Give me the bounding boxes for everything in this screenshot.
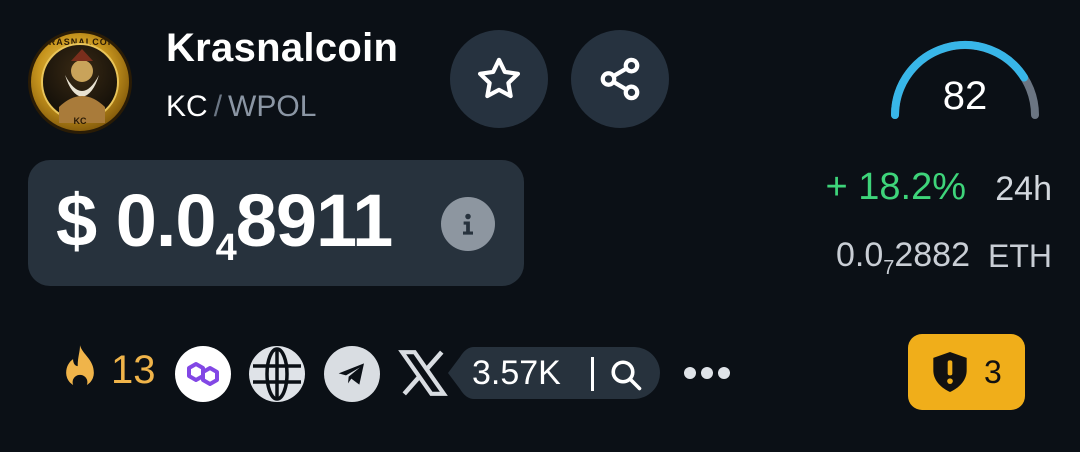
polygon-chain-button[interactable]: [175, 346, 231, 402]
globe-icon: [251, 347, 303, 401]
x-icon[interactable]: [398, 350, 448, 396]
search-icon[interactable]: [608, 357, 644, 393]
more-icon[interactable]: [682, 362, 732, 384]
logo-figure: [41, 43, 119, 123]
info-icon: [463, 213, 473, 235]
eth-price: 0.072882: [835, 236, 970, 279]
quote-symbol[interactable]: WPOL: [228, 90, 316, 123]
price-zero-count: 4: [215, 227, 237, 269]
trading-pair: KC / WPOL: [166, 90, 316, 124]
price-digits: 8911: [235, 179, 394, 262]
eth-price-digits: 2882: [894, 236, 970, 274]
change-period[interactable]: 24h: [995, 170, 1052, 209]
price-prefix: $ 0.0: [56, 179, 217, 262]
base-symbol: KC: [166, 90, 208, 123]
flame-icon[interactable]: [52, 343, 108, 403]
eth-unit: ETH: [988, 238, 1052, 274]
follower-count: 3.57K: [472, 354, 561, 392]
favorite-button[interactable]: [450, 30, 548, 128]
token-price: $ 0.048911: [56, 178, 394, 269]
logo-bottom-text: KC: [73, 116, 87, 126]
eth-price-prefix: 0.0: [835, 236, 884, 274]
hot-count: 13: [111, 348, 156, 392]
price-info-button[interactable]: [441, 197, 495, 251]
share-icon: [600, 57, 640, 101]
telegram-icon: [338, 363, 364, 385]
share-button[interactable]: [571, 30, 669, 128]
shield-alert-icon: [933, 352, 967, 392]
pill-divider: [591, 357, 594, 391]
pair-separator: /: [213, 90, 223, 123]
telegram-button[interactable]: [324, 346, 380, 402]
token-name: Krasnalcoin: [166, 26, 399, 70]
alert-count: 3: [984, 354, 1002, 390]
polygon-icon: [187, 362, 219, 386]
star-icon: [477, 57, 521, 99]
price-change: + 18.2%: [825, 166, 967, 208]
token-logo: KRASNALCOIN KC: [28, 30, 132, 134]
website-button[interactable]: [249, 346, 305, 402]
eth-price-zero-count: 7: [883, 257, 895, 279]
score-value: 82: [942, 74, 988, 118]
security-alerts-button[interactable]: [908, 334, 1025, 410]
